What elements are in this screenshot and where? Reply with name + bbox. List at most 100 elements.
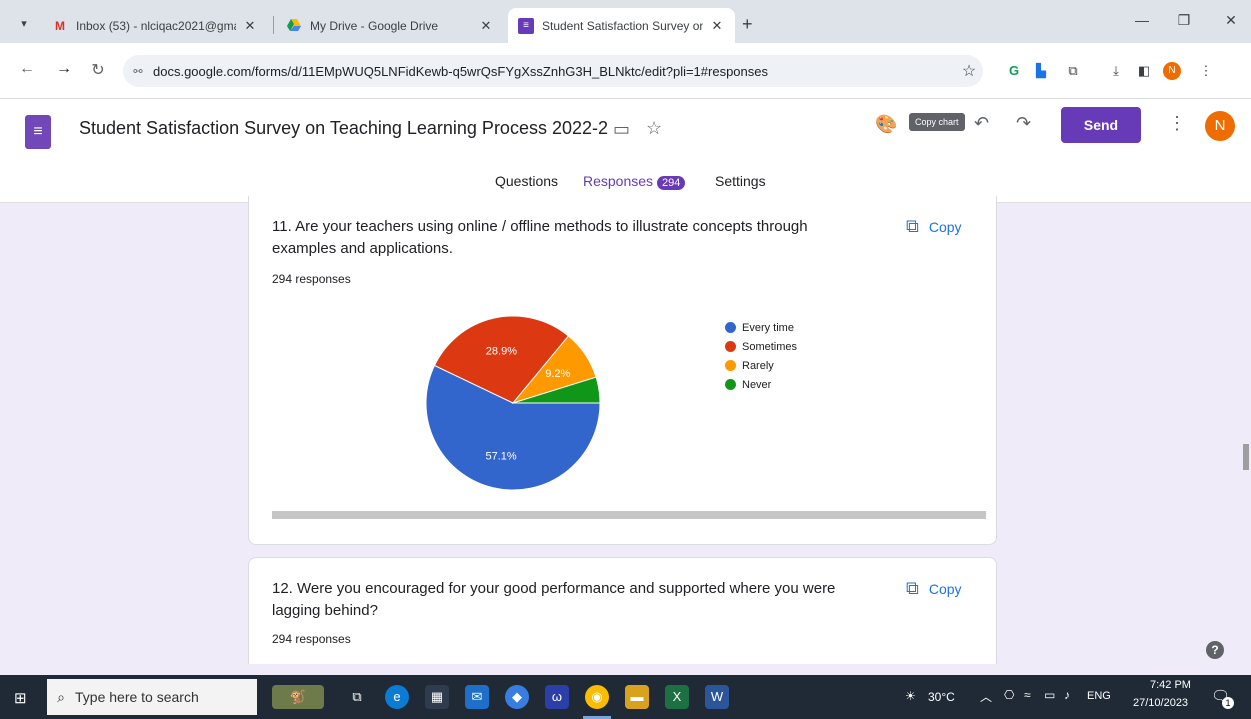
site-info-icon[interactable]: ⚯ <box>123 65 153 78</box>
forms-icon: ≡ <box>518 17 534 34</box>
battery-icon[interactable]: ▭ <box>1044 688 1055 702</box>
more-options-icon[interactable]: ⋮ <box>1168 113 1186 134</box>
word-icon[interactable]: W <box>705 685 729 709</box>
reload-icon[interactable]: ↻ <box>87 60 109 80</box>
windows-start-icon[interactable]: ⊞ <box>14 689 27 707</box>
move-to-folder-icon[interactable]: ▭ <box>613 119 630 140</box>
send-button[interactable]: Send <box>1061 107 1141 143</box>
browser-tab-gmail[interactable]: M Inbox (53) - nlciqac2021@gma ✕ <box>42 8 268 43</box>
legend-item: Every time <box>725 318 797 337</box>
legend-item: Rarely <box>725 356 797 375</box>
legend-label: Every time <box>742 321 794 334</box>
close-tab-icon[interactable]: ✕ <box>242 18 258 34</box>
clock-date[interactable]: 27/10/2023 <box>1133 697 1188 709</box>
question-card: 12. Were you encouraged for your good pe… <box>248 557 997 664</box>
copy-icon: ⧉ <box>906 578 919 598</box>
copy-chart-tooltip: Copy chart <box>909 113 965 131</box>
drive-icon <box>286 18 302 34</box>
help-icon[interactable]: ? <box>1206 641 1224 659</box>
pie-chart: 57.1% 28.9% 9.2% <box>425 315 601 491</box>
response-count: 294 responses <box>272 632 351 646</box>
vertical-scrollbar-thumb[interactable] <box>1243 444 1249 470</box>
tab-search-chevron-icon[interactable]: ▾ <box>14 14 34 34</box>
responses-count-badge: 294 <box>657 176 686 190</box>
show-hidden-icons-icon[interactable]: ︿ <box>980 688 992 705</box>
side-panel-icon[interactable]: ◧ <box>1135 62 1153 80</box>
search-icon: ⌕ <box>57 688 65 705</box>
minimize-icon[interactable]: — <box>1127 12 1157 28</box>
volume-icon[interactable]: ♪ <box>1064 688 1070 702</box>
close-tab-icon[interactable]: ✕ <box>478 18 494 34</box>
taskbar-search[interactable]: ⌕ Type here to search <box>47 679 257 715</box>
gmail-icon: M <box>55 18 65 33</box>
response-count: 294 responses <box>272 272 351 286</box>
browser-toolbar: ← → ↻ ⚯ docs.google.com/forms/d/11EMpWUQ… <box>0 43 1251 99</box>
horizontal-scrollbar[interactable] <box>272 511 986 519</box>
question-title: 12. Were you encouraged for your good pe… <box>272 580 836 619</box>
back-arrow-icon[interactable]: ← <box>16 60 38 78</box>
task-view-icon[interactable]: ⧉ <box>345 685 369 709</box>
copy-icon: ⧉ <box>906 216 919 236</box>
undo-icon[interactable]: ↶ <box>974 113 989 134</box>
language-indicator[interactable]: ENG <box>1087 690 1111 702</box>
excel-icon[interactable]: X <box>665 685 689 709</box>
form-title[interactable]: Student Satisfaction Survey on Teaching … <box>79 118 609 139</box>
file-explorer-icon[interactable]: ▬ <box>625 685 649 709</box>
restore-icon[interactable]: ❐ <box>1169 12 1199 29</box>
pie-data-label: 9.2% <box>545 368 570 380</box>
browser-tabstrip: ▾ M Inbox (53) - nlciqac2021@gma ✕ My Dr… <box>0 0 1251 43</box>
legend-item: Never <box>725 375 797 394</box>
weather-icon[interactable]: ☀ <box>905 689 916 703</box>
legend-item: Sometimes <box>725 337 797 356</box>
clock-time[interactable]: 7:42 PM <box>1150 679 1191 691</box>
temperature[interactable]: 30°C <box>928 690 955 704</box>
legend-swatch <box>725 360 736 371</box>
pie-data-label: 28.9% <box>486 345 517 357</box>
wifi-icon[interactable]: ≈ <box>1024 688 1031 702</box>
address-bar[interactable]: ⚯ docs.google.com/forms/d/11EMpWUQ5LNFid… <box>123 55 983 87</box>
copy-chart-button[interactable]: ⧉ Copy <box>906 216 962 237</box>
bookmark-star-icon[interactable]: ☆ <box>955 61 983 81</box>
tray-app-icon[interactable]: ⎔ <box>1004 688 1014 702</box>
mail-icon[interactable]: ✉ <box>465 685 489 709</box>
legend-swatch <box>725 379 736 390</box>
edge-icon[interactable]: e <box>385 685 409 709</box>
legend-swatch <box>725 322 736 333</box>
chrome-icon[interactable]: ◉ <box>585 685 609 709</box>
browser-tab-forms[interactable]: ≡ Student Satisfaction Survey on ✕ <box>508 8 735 43</box>
close-window-icon[interactable]: ✕ <box>1216 12 1246 29</box>
extensions-puzzle-icon[interactable]: ⧉ <box>1064 62 1082 80</box>
account-avatar[interactable]: N <box>1205 111 1235 141</box>
star-icon[interactable]: ☆ <box>646 118 662 139</box>
legend-label: Sometimes <box>742 340 798 353</box>
url-text[interactable]: docs.google.com/forms/d/11EMpWUQ5LNFidKe… <box>153 64 955 79</box>
browser-tab-drive[interactable]: My Drive - Google Drive ✕ <box>276 8 504 43</box>
search-placeholder: Type here to search <box>75 689 199 705</box>
close-tab-icon[interactable]: ✕ <box>709 18 725 34</box>
extension-grammarly-icon[interactable]: G <box>1005 62 1023 80</box>
customize-theme-palette-icon[interactable]: 🎨 <box>875 114 897 135</box>
copy-chart-button[interactable]: ⧉ Copy <box>906 578 962 599</box>
app-icon[interactable]: ◆ <box>505 685 529 709</box>
lemur-widget-icon[interactable]: 🐒 <box>272 685 324 709</box>
legend-label: Never <box>742 378 772 391</box>
forward-arrow-icon[interactable]: → <box>53 60 75 78</box>
question-title: 11. Are your teachers using online / off… <box>272 218 808 257</box>
app-icon[interactable]: ω <box>545 685 569 709</box>
extension-printer-icon[interactable]: ▙ <box>1032 62 1050 80</box>
store-icon[interactable]: ▦ <box>425 685 449 709</box>
forms-header: ≡ Student Satisfaction Survey on Teachin… <box>0 99 1251 203</box>
windows-taskbar: ⊞ ⌕ Type here to search 🐒 ⧉ e ▦ ✉ ◆ ω ◉ … <box>0 675 1251 719</box>
redo-icon[interactable]: ↷ <box>1016 113 1031 134</box>
profile-avatar[interactable]: N <box>1163 62 1181 80</box>
legend-swatch <box>725 341 736 352</box>
tab-separator <box>273 16 274 34</box>
legend-label: Rarely <box>742 359 774 372</box>
copy-label: Copy <box>928 580 962 597</box>
browser-menu-icon[interactable]: ⋮ <box>1197 62 1215 80</box>
notification-count-badge: 1 <box>1222 697 1234 709</box>
forms-logo-icon[interactable]: ≡ <box>25 115 51 149</box>
question-card: 11. Are your teachers using online / off… <box>248 196 997 545</box>
download-icon[interactable]: ⤓ <box>1107 62 1125 80</box>
new-tab-plus-icon[interactable]: + <box>742 14 753 35</box>
